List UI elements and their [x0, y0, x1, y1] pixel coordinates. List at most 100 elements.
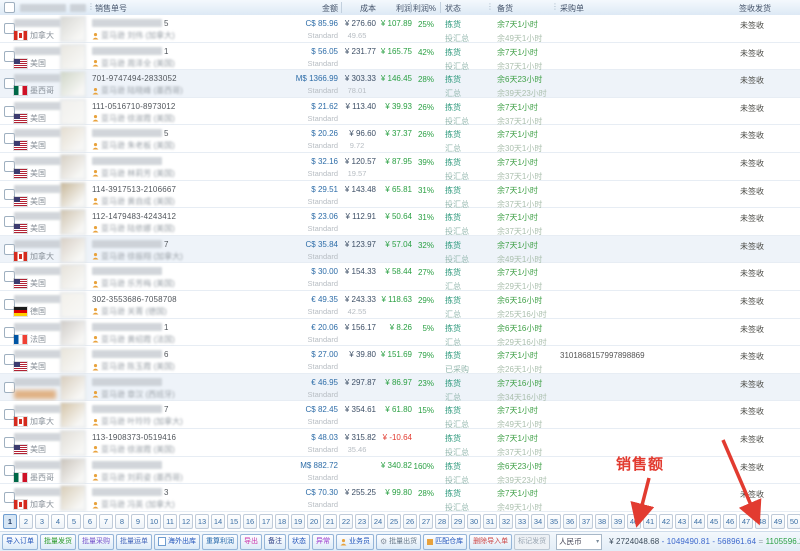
- column-handle-icon[interactable]: ⋮: [87, 2, 95, 11]
- table-row[interactable]: 加拿大7亚马逊 叶玲玲 (加拿大)C$ 82.45Standard¥ 354.6…: [0, 401, 800, 429]
- page-button[interactable]: 37: [579, 514, 593, 529]
- header-profit[interactable]: 利润: [376, 3, 412, 14]
- toolbar-button[interactable]: 导出: [240, 534, 262, 550]
- page-button[interactable]: 9: [131, 514, 145, 529]
- product-thumbnail[interactable]: [60, 485, 86, 511]
- table-row[interactable]: 亚马逊 章汉 (西班牙)€ 46.95Standard¥ 297.87¥ 86.…: [0, 374, 800, 402]
- page-button[interactable]: 19: [291, 514, 305, 529]
- page-button[interactable]: 40: [627, 514, 641, 529]
- page-button[interactable]: 39: [611, 514, 625, 529]
- product-thumbnail[interactable]: [60, 71, 86, 97]
- page-button[interactable]: 35: [547, 514, 561, 529]
- table-row[interactable]: 美国1亚马逊 周泽全 (美国)$ 56.05Standard¥ 231.77¥ …: [0, 43, 800, 71]
- page-button[interactable]: 4: [51, 514, 65, 529]
- table-row[interactable]: 美国亚马逊 乐芳梅 (美国)$ 30.00Standard¥ 154.33¥ 5…: [0, 263, 800, 291]
- page-button[interactable]: 49: [771, 514, 785, 529]
- column-handle-icon[interactable]: ⋮: [551, 2, 559, 11]
- page-button[interactable]: 17: [259, 514, 273, 529]
- order-number[interactable]: 111-0516710-8973012: [92, 102, 176, 111]
- page-button[interactable]: 12: [179, 514, 193, 529]
- page-button[interactable]: 15: [227, 514, 241, 529]
- page-button[interactable]: 26: [403, 514, 417, 529]
- page-button[interactable]: 16: [243, 514, 257, 529]
- page-button[interactable]: 44: [691, 514, 705, 529]
- order-number[interactable]: 701-9747494-2833052: [92, 74, 177, 83]
- toolbar-button[interactable]: 重算利润: [202, 534, 238, 550]
- product-thumbnail[interactable]: [60, 402, 86, 428]
- product-thumbnail[interactable]: [60, 182, 86, 208]
- table-row[interactable]: 法国1亚马逊 黄绍霞 (法国)€ 20.06Standard¥ 156.17¥ …: [0, 319, 800, 347]
- header-stock[interactable]: 备货: [497, 3, 513, 14]
- product-thumbnail[interactable]: [60, 430, 86, 456]
- select-all-checkbox[interactable]: [4, 2, 15, 13]
- page-button[interactable]: 27: [419, 514, 433, 529]
- order-number[interactable]: 113-1908373-0519416: [92, 433, 176, 442]
- toolbar-button[interactable]: 备注: [264, 534, 286, 550]
- page-button[interactable]: 50: [787, 514, 800, 529]
- order-number[interactable]: 302-3553686-7058708: [92, 295, 177, 304]
- page-button[interactable]: 38: [595, 514, 609, 529]
- order-number[interactable]: 114-3917513-2106667: [92, 185, 176, 194]
- product-thumbnail[interactable]: [60, 375, 86, 401]
- table-row[interactable]: 德国302-3553686-7058708亚马逊 关菁 (德国)€ 49.35S…: [0, 291, 800, 319]
- page-button[interactable]: 20: [307, 514, 321, 529]
- header-purchase[interactable]: 采购单: [560, 3, 584, 14]
- page-button[interactable]: 34: [531, 514, 545, 529]
- page-button[interactable]: 30: [467, 514, 481, 529]
- page-button[interactable]: 46: [723, 514, 737, 529]
- page-button[interactable]: 11: [163, 514, 177, 529]
- table-row[interactable]: 美国113-1908373-0519416亚马逊 徐淑霞 (美国)$ 48.03…: [0, 429, 800, 457]
- page-button[interactable]: 43: [675, 514, 689, 529]
- product-thumbnail[interactable]: [60, 347, 86, 373]
- page-button[interactable]: 2: [19, 514, 33, 529]
- table-row[interactable]: 加拿大3亚马逊 冯英 (加拿大)C$ 70.30Standard¥ 255.25…: [0, 484, 800, 512]
- page-button[interactable]: 18: [275, 514, 289, 529]
- header-amount[interactable]: 金额: [240, 3, 338, 14]
- page-button[interactable]: 47: [739, 514, 753, 529]
- table-row[interactable]: 墨西哥亚马逊 刘莉姿 (墨西哥)M$ 882.72Standard¥ 340.8…: [0, 457, 800, 485]
- toolbar-button[interactable]: 批量发货: [40, 534, 76, 550]
- page-button[interactable]: 7: [99, 514, 113, 529]
- table-row[interactable]: 美国6亚马逊 陈玉霞 (美国)$ 27.00Standard¥ 39.80¥ 1…: [0, 346, 800, 374]
- order-number[interactable]: 112-1479483-4243412: [92, 212, 176, 221]
- table-row[interactable]: 加拿大5亚马逊 刘伟 (加拿大)C$ 85.96Standard¥ 276.60…: [0, 15, 800, 43]
- toolbar-button[interactable]: 导入订单: [2, 534, 38, 550]
- page-button[interactable]: 25: [387, 514, 401, 529]
- page-button[interactable]: 3: [35, 514, 49, 529]
- product-thumbnail[interactable]: [60, 154, 86, 180]
- header-cost[interactable]: 成本: [338, 3, 376, 14]
- page-button[interactable]: 5: [67, 514, 81, 529]
- toolbar-button[interactable]: 海外出库: [154, 534, 200, 550]
- header-profit-rate[interactable]: 利润%: [410, 3, 436, 14]
- toolbar-button[interactable]: 业务员: [336, 534, 374, 550]
- page-button[interactable]: 29: [451, 514, 465, 529]
- page-button[interactable]: 13: [195, 514, 209, 529]
- toolbar-button[interactable]: ⚙批量出货: [376, 534, 421, 550]
- product-thumbnail[interactable]: [60, 264, 86, 290]
- product-thumbnail[interactable]: [60, 16, 86, 42]
- page-button[interactable]: 23: [355, 514, 369, 529]
- page-button[interactable]: 6: [83, 514, 97, 529]
- header-status[interactable]: 状态: [445, 3, 461, 14]
- product-thumbnail[interactable]: [60, 292, 86, 318]
- table-row[interactable]: 加拿大7亚马逊 徐振翔 (加拿大)C$ 35.84Standard¥ 123.9…: [0, 236, 800, 264]
- page-button[interactable]: 21: [323, 514, 337, 529]
- table-row[interactable]: 美国114-3917513-2106667亚马逊 黄自成 (美国)$ 29.51…: [0, 181, 800, 209]
- toolbar-button[interactable]: 批量运单: [116, 534, 152, 550]
- page-button[interactable]: 48: [755, 514, 769, 529]
- page-button[interactable]: 41: [643, 514, 657, 529]
- page-button[interactable]: 36: [563, 514, 577, 529]
- table-row[interactable]: 美国112-1479483-4243412亚马逊 陆依娜 (美国)$ 23.06…: [0, 208, 800, 236]
- page-button[interactable]: 24: [371, 514, 385, 529]
- page-button[interactable]: 45: [707, 514, 721, 529]
- toolbar-button[interactable]: 匹配仓库: [423, 534, 467, 550]
- page-button[interactable]: 1: [3, 514, 17, 529]
- page-button[interactable]: 8: [115, 514, 129, 529]
- currency-select[interactable]: 人民币▾: [556, 534, 602, 550]
- toolbar-button[interactable]: 异常: [312, 534, 334, 550]
- product-thumbnail[interactable]: [60, 458, 86, 484]
- toolbar-button[interactable]: 标记发货: [514, 534, 550, 550]
- header-receipt[interactable]: 签收发货: [739, 3, 771, 14]
- page-button[interactable]: 42: [659, 514, 673, 529]
- page-button[interactable]: 14: [211, 514, 225, 529]
